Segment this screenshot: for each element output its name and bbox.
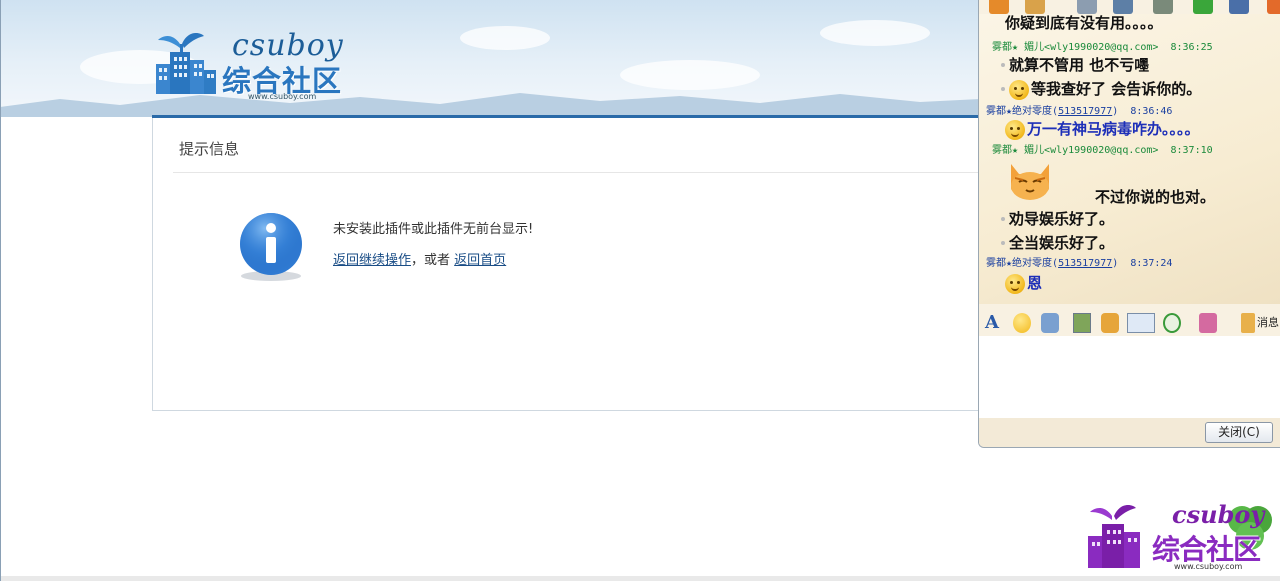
notice-title: 提示信息	[179, 140, 240, 158]
message-time: 8:36:25	[1170, 42, 1213, 53]
message-time: 8:37:10	[1170, 145, 1213, 156]
sender-qq-link[interactable]: 513517977	[1058, 106, 1112, 117]
chat-input-area[interactable]	[979, 336, 1280, 418]
message-time: 8:36:46	[1130, 106, 1173, 117]
image-icon[interactable]	[1073, 313, 1091, 333]
sender-contact: <wly1990020@qq.com>	[1044, 42, 1159, 53]
contact-icon[interactable]	[1153, 0, 1173, 14]
notice-message: 未安装此插件或此插件无前台显示!	[333, 222, 534, 237]
info-icon	[240, 213, 302, 281]
message-time: 8:37:24	[1130, 258, 1173, 269]
go-back-link[interactable]: 返回继续操作	[333, 253, 411, 268]
chat-message: 你疑到底有没有用。。。。	[1005, 14, 1163, 32]
snapshot-icon[interactable]	[1101, 313, 1119, 333]
chat-window: 你疑到底有没有用。。。。 雾都★ 媚儿<wly1990020@qq.com> 8…	[978, 0, 1280, 448]
history-icon[interactable]	[1241, 313, 1255, 333]
sender-qq-link[interactable]: 513517977	[1058, 258, 1112, 269]
chat-message-header: 雾都★绝对零度(513517977) 8:36:46	[986, 106, 1173, 117]
sender-name: 雾都★绝对零度	[986, 106, 1053, 117]
watermark-latin-text: csuboy	[1172, 500, 1265, 529]
history-button-label[interactable]: 消息	[1257, 313, 1279, 333]
watermark-building-icon	[1088, 505, 1140, 568]
chat-footer: 关闭(C)	[979, 418, 1280, 447]
chat-history[interactable]: 你疑到底有没有用。。。。 雾都★ 媚儿<wly1990020@qq.com> 8…	[979, 14, 1280, 304]
links-separator: ，或者	[411, 253, 451, 268]
magic-emoticon-icon[interactable]	[1041, 313, 1059, 333]
sender-name: 雾都★ 媚儿	[992, 42, 1045, 53]
window-edge	[0, 0, 1, 581]
chat-message: 等我查好了 会告诉你的。	[1001, 78, 1201, 100]
tools-icon[interactable]	[1229, 0, 1249, 14]
sender-contact: <wly1990020@qq.com>	[1044, 145, 1159, 156]
chat-message: 全当娱乐好了。	[1001, 232, 1114, 253]
notice-panel: 提示信息 未安装此插件或此插件无前台显示! 返回继续操作，或者 返回首页	[152, 118, 983, 411]
chat-message-header: 雾都★ 媚儿<wly1990020@qq.com> 8:36:25	[992, 38, 1213, 53]
cloud-decoration	[460, 26, 550, 50]
folder-icon[interactable]	[1025, 0, 1045, 14]
building-logo-icon	[156, 33, 216, 94]
chat-message-header: 雾都★绝对零度(513517977) 8:37:24	[986, 258, 1173, 269]
font-icon[interactable]: A	[985, 313, 1001, 333]
home-icon[interactable]	[989, 0, 1009, 14]
cat-emoticon-icon	[1011, 164, 1049, 200]
chat-message: 劝导娱乐好了。	[1001, 208, 1114, 229]
smiley-icon[interactable]	[1013, 313, 1031, 333]
document-icon[interactable]	[1077, 0, 1097, 14]
screenshot-icon[interactable]	[1127, 313, 1155, 333]
chat-message: 就算不管用 也不亏嚜	[1001, 54, 1149, 75]
logo-url-text: www.csuboy.com	[248, 92, 317, 101]
bottom-scrollbar[interactable]	[0, 576, 1280, 581]
add-icon[interactable]	[1193, 0, 1213, 14]
site-logo[interactable]: csuboy 综合社区 www.csuboy.com	[154, 28, 354, 104]
notice-links: 返回继续操作，或者 返回首页	[333, 249, 506, 268]
chat-message: 恩	[1005, 272, 1042, 294]
close-button[interactable]: 关闭(C)	[1205, 422, 1273, 443]
more-icon[interactable]	[1199, 313, 1217, 333]
chat-message: 不过你说的也对。	[1095, 188, 1216, 206]
watermark-url-text: www.csuboy.com	[1174, 562, 1243, 571]
emoticon-icon	[1009, 80, 1029, 100]
chat-message: 万一有神马病毒咋办。。。。	[1005, 118, 1200, 140]
sender-name: 雾都★绝对零度	[986, 258, 1053, 269]
notice-divider	[173, 172, 983, 173]
sender-name: 雾都★ 媚儿	[992, 145, 1045, 156]
emoticon-icon	[1005, 120, 1025, 140]
more-icon[interactable]	[1267, 0, 1280, 14]
chat-input-toolbar: A 消息	[979, 310, 1280, 336]
chat-message-header: 雾都★ 媚儿<wly1990020@qq.com> 8:37:10	[992, 141, 1213, 156]
music-icon[interactable]	[1163, 313, 1181, 333]
watermark-logo: csuboy 综合社区 www.csuboy.com	[1086, 500, 1280, 581]
cloud-decoration	[820, 20, 930, 46]
cloud-decoration	[620, 60, 760, 90]
emoticon-icon	[1005, 274, 1025, 294]
window-icon[interactable]	[1113, 0, 1133, 14]
page: csuboy 综合社区 www.csuboy.com 提示信息 未安装此插件或此…	[0, 0, 1280, 581]
go-home-link[interactable]: 返回首页	[454, 253, 506, 268]
